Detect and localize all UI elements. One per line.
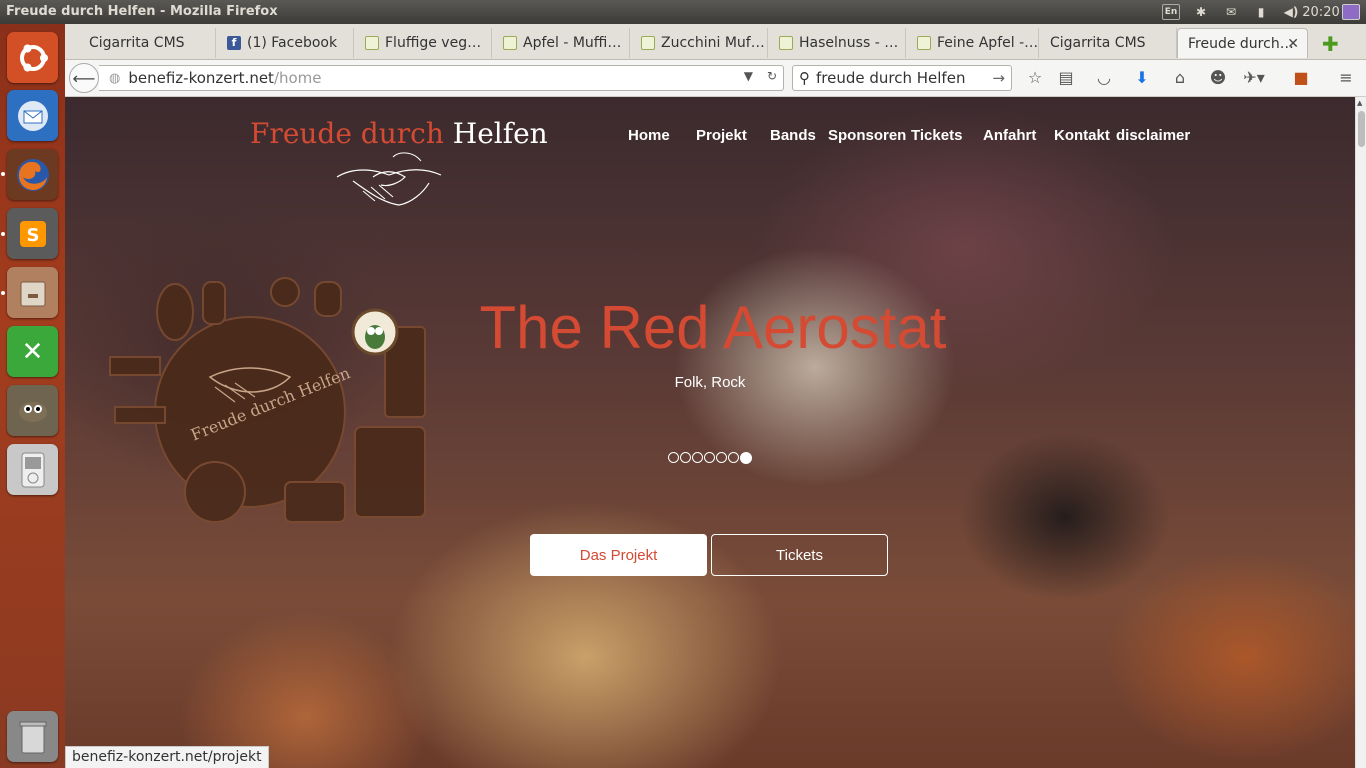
facebook-icon: f	[227, 36, 241, 50]
tab-fluffige[interactable]: Fluffige veg…	[355, 28, 492, 58]
mail-icon[interactable]: ✉	[1216, 0, 1246, 24]
site-brand[interactable]: Freude durch Helfen	[250, 117, 548, 150]
tab-apfel-muffins[interactable]: Apfel - Muffi…	[493, 28, 630, 58]
search-icon: ⚲	[799, 69, 810, 87]
tab-label: Haselnuss - …	[799, 35, 899, 51]
web-page: Freude durch Helfen Home Projekt Bands S…	[65, 97, 1355, 768]
leaf-icon	[503, 36, 517, 50]
search-go-icon[interactable]: →	[992, 69, 1005, 87]
tab-label: Cigarrita CMS	[1050, 35, 1146, 51]
carousel-dot[interactable]	[716, 452, 727, 463]
reload-icon[interactable]: ↻	[767, 69, 777, 83]
nav-anfahrt[interactable]: Anfahrt	[983, 127, 1036, 144]
brand-part2: Helfen	[452, 117, 548, 150]
carousel-dots	[668, 452, 752, 464]
tab-cigarrita-cms[interactable]: Cigarrita CMS	[79, 28, 216, 58]
back-icon[interactable]: ⟵	[69, 63, 99, 93]
hero-subtitle: Folk, Rock	[674, 374, 746, 391]
search-input[interactable]: freude durch Helfen	[816, 69, 965, 87]
leaf-icon	[641, 36, 655, 50]
globe-icon: ◍	[109, 70, 121, 86]
navigation-toolbar: ⟵ ◍ benefiz-konzert.net/home ▼ ↻ ⚲ freud…	[65, 60, 1366, 97]
url-bar[interactable]: ◍ benefiz-konzert.net/home ▼ ↻	[99, 65, 784, 91]
sublime-text-icon[interactable]: S	[7, 208, 58, 259]
nav-sponsoren[interactable]: Sponsoren	[828, 127, 906, 144]
tab-label: Cigarrita CMS	[89, 35, 185, 51]
carousel-dot[interactable]	[728, 452, 739, 463]
pocket-icon[interactable]: ◡	[1093, 68, 1115, 87]
scroll-up-icon[interactable]: ▲	[1357, 99, 1362, 107]
tab-label: (1) Facebook	[247, 35, 338, 51]
carousel-dot[interactable]	[680, 452, 691, 463]
status-bar: benefiz-konzert.net/projekt	[65, 746, 269, 768]
carousel-dot[interactable]	[704, 452, 715, 463]
scroll-thumb[interactable]	[1358, 111, 1365, 147]
menu-icon[interactable]: ≡	[1335, 68, 1357, 87]
tab-zucchini[interactable]: Zucchini Muf…	[631, 28, 768, 58]
tab-label: Freude durch…	[1188, 35, 1294, 52]
addon-icon[interactable]: ■	[1290, 68, 1312, 87]
nav-bands[interactable]: Bands	[770, 127, 816, 144]
hero-title: The Red Aerostat	[479, 294, 947, 361]
session-icon[interactable]	[1336, 0, 1366, 24]
system-tray: En ✱ ✉ ▮ ◀) 20:20	[1156, 0, 1366, 24]
tab-haselnuss[interactable]: Haselnuss - …	[769, 28, 906, 58]
thunderbird-icon[interactable]	[7, 90, 58, 141]
url-dropdown-icon[interactable]: ▼	[744, 69, 753, 83]
tab-label: Zucchini Muf…	[661, 35, 765, 51]
tab-label: Apfel - Muffi…	[523, 35, 622, 51]
leaf-icon	[365, 36, 379, 50]
tab-feine-apfel[interactable]: Feine Apfel -…	[907, 28, 1039, 58]
reading-list-icon[interactable]: ▤	[1055, 68, 1077, 87]
nav-home[interactable]: Home	[628, 127, 670, 144]
tickets-button[interactable]: Tickets	[711, 534, 888, 576]
firefox-window: Cigarrita CMS f (1) Facebook Fluffige ve…	[65, 24, 1366, 768]
carousel-dot[interactable]	[668, 452, 679, 463]
handshake-icon	[336, 152, 442, 206]
trash-icon[interactable]	[7, 711, 58, 762]
window-title: Freude durch Helfen - Mozilla Firefox	[6, 4, 278, 19]
tab-label: Fluffige veg…	[385, 35, 482, 51]
nav-tickets[interactable]: Tickets	[911, 127, 962, 144]
tab-facebook[interactable]: f (1) Facebook	[217, 28, 354, 58]
leaf-icon	[917, 36, 931, 50]
ubuntu-dash-icon[interactable]	[7, 32, 58, 83]
nav-kontakt[interactable]: Kontakt	[1054, 127, 1110, 144]
xmind-icon[interactable]: ✕	[7, 326, 58, 377]
firefox-icon[interactable]	[7, 149, 58, 200]
carousel-dot-active[interactable]	[740, 452, 752, 464]
top-panel: Freude durch Helfen - Mozilla Firefox En…	[0, 0, 1366, 24]
tab-label: Feine Apfel -…	[937, 35, 1039, 51]
media-player-icon[interactable]	[7, 444, 58, 495]
url-path: /home	[273, 69, 322, 87]
battery-icon[interactable]: ▮	[1246, 0, 1276, 24]
brand-part1: Freude durch	[250, 117, 444, 150]
bookmark-star-icon[interactable]: ☆	[1024, 68, 1046, 87]
svg-text:S: S	[26, 225, 39, 246]
keyboard-icon[interactable]: En	[1156, 0, 1186, 24]
file-manager-icon[interactable]	[7, 267, 58, 318]
nav-projekt[interactable]: Projekt	[696, 127, 747, 144]
close-tab-icon[interactable]: ✕	[1287, 36, 1299, 52]
carousel-dot[interactable]	[692, 452, 703, 463]
leaf-icon	[779, 36, 793, 50]
gimp-icon[interactable]	[7, 385, 58, 436]
new-tab-icon[interactable]: ✚	[1322, 32, 1339, 56]
launcher: S ✕	[0, 24, 65, 768]
nav-disclaimer[interactable]: disclaimer	[1116, 127, 1190, 144]
url-host: benefiz-konzert.net	[128, 69, 274, 87]
das-projekt-button[interactable]: Das Projekt	[530, 534, 707, 576]
bluetooth-icon[interactable]: ✱	[1186, 0, 1216, 24]
clock[interactable]: 20:20	[1302, 0, 1339, 24]
tab-cigarrita-cms-2[interactable]: Cigarrita CMS	[1040, 28, 1177, 58]
tab-freude-durch-helfen[interactable]: Freude durch… ✕	[1177, 28, 1308, 58]
chat-icon[interactable]: ☻	[1207, 68, 1229, 87]
tab-bar: Cigarrita CMS f (1) Facebook Fluffige ve…	[65, 24, 1366, 60]
festival-logo	[109, 277, 426, 523]
home-icon[interactable]: ⌂	[1169, 68, 1191, 87]
search-bar[interactable]: ⚲ freude durch Helfen →	[792, 65, 1012, 91]
page-scrollbar[interactable]: ▲	[1355, 97, 1366, 768]
extension-icon[interactable]: ✈▾	[1243, 68, 1265, 87]
download-icon[interactable]: ⬇	[1131, 68, 1153, 87]
